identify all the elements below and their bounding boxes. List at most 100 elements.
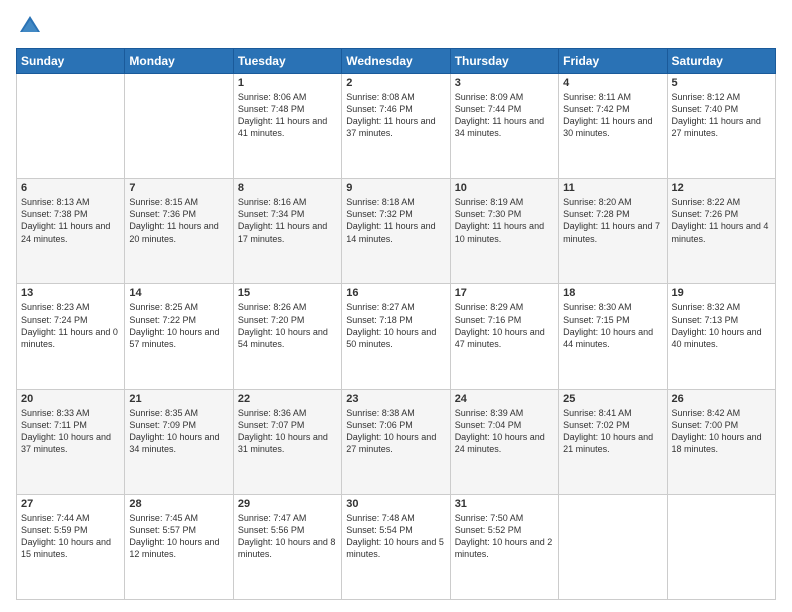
calendar-cell: 23 Sunrise: 8:38 AMSunset: 7:06 PMDayligh…	[342, 389, 450, 494]
calendar-cell: 11Sunrise: 8:20 AMSunset: 7:28 PMDayligh…	[559, 179, 667, 284]
calendar-cell: 3 Sunrise: 8:09 AMSunset: 7:44 PMDaylight…	[450, 74, 558, 179]
calendar-cell: 2 Sunrise: 8:08 AMSunset: 7:46 PMDaylight…	[342, 74, 450, 179]
cell-details: Sunrise: 8:15 AMSunset: 7:36 PMDaylight:…	[129, 196, 228, 245]
day-number: 29	[238, 498, 337, 510]
cell-details: Sunrise: 8:08 AMSunset: 7:46 PMDaylight:…	[346, 91, 445, 140]
calendar: SundayMondayTuesdayWednesdayThursdayFrid…	[16, 48, 776, 600]
week-row-3: 13 Sunrise: 8:23 AMSunset: 7:24 PMDayligh…	[17, 284, 776, 389]
day-number: 2	[346, 77, 445, 89]
calendar-cell: 10Sunrise: 8:19 AMSunset: 7:30 PMDayligh…	[450, 179, 558, 284]
day-number: 1	[238, 77, 337, 89]
cell-details: Sunrise: 8:18 AMSunset: 7:32 PMDaylight:…	[346, 196, 445, 245]
day-number: 3	[455, 77, 554, 89]
day-number: 14	[129, 287, 228, 299]
calendar-cell	[125, 74, 233, 179]
cell-details: Sunrise: 8:12 AMSunset: 7:40 PMDaylight:…	[672, 91, 771, 140]
cell-details: Sunrise: 8:16 AMSunset: 7:34 PMDaylight:…	[238, 196, 337, 245]
cell-details: Sunrise: 8:36 AMSunset: 7:07 PMDaylight:…	[238, 407, 337, 456]
cell-details: Sunrise: 8:29 AMSunset: 7:16 PMDaylight:…	[455, 301, 554, 350]
cell-details: Sunrise: 8:26 AMSunset: 7:20 PMDaylight:…	[238, 301, 337, 350]
cell-details: Sunrise: 8:27 AMSunset: 7:18 PMDaylight:…	[346, 301, 445, 350]
weekday-header-tuesday: Tuesday	[233, 49, 341, 74]
cell-details: Sunrise: 8:32 AMSunset: 7:13 PMDaylight:…	[672, 301, 771, 350]
calendar-cell: 9Sunrise: 8:18 AMSunset: 7:32 PMDaylight…	[342, 179, 450, 284]
weekday-header-thursday: Thursday	[450, 49, 558, 74]
week-row-5: 27Sunrise: 7:44 AMSunset: 5:59 PMDayligh…	[17, 494, 776, 599]
calendar-cell: 16Sunrise: 8:27 AMSunset: 7:18 PMDayligh…	[342, 284, 450, 389]
day-number: 26	[672, 393, 771, 405]
day-number: 27	[21, 498, 120, 510]
weekday-header-friday: Friday	[559, 49, 667, 74]
calendar-cell	[559, 494, 667, 599]
calendar-cell	[17, 74, 125, 179]
weekday-header-saturday: Saturday	[667, 49, 775, 74]
day-number: 12	[672, 182, 771, 194]
cell-details: Sunrise: 8:11 AMSunset: 7:42 PMDaylight:…	[563, 91, 662, 140]
weekday-header-sunday: Sunday	[17, 49, 125, 74]
day-number: 25	[563, 393, 662, 405]
week-row-1: 1Sunrise: 8:06 AMSunset: 7:48 PMDaylight…	[17, 74, 776, 179]
logo-icon	[16, 12, 44, 40]
calendar-cell: 12 Sunrise: 8:22 AMSunset: 7:26 PMDayligh…	[667, 179, 775, 284]
cell-details: Sunrise: 8:22 AMSunset: 7:26 PMDaylight:…	[672, 196, 771, 245]
day-number: 7	[129, 182, 228, 194]
day-number: 11	[563, 182, 662, 194]
day-number: 30	[346, 498, 445, 510]
page: SundayMondayTuesdayWednesdayThursdayFrid…	[0, 0, 792, 612]
calendar-cell: 7 Sunrise: 8:15 AMSunset: 7:36 PMDaylight…	[125, 179, 233, 284]
calendar-cell: 31 Sunrise: 7:50 AMSunset: 5:52 PMDayligh…	[450, 494, 558, 599]
day-number: 23	[346, 393, 445, 405]
calendar-cell: 1Sunrise: 8:06 AMSunset: 7:48 PMDaylight…	[233, 74, 341, 179]
calendar-cell: 4 Sunrise: 8:11 AMSunset: 7:42 PMDaylight…	[559, 74, 667, 179]
calendar-cell: 14 Sunrise: 8:25 AMSunset: 7:22 PMDayligh…	[125, 284, 233, 389]
day-number: 19	[672, 287, 771, 299]
cell-details: Sunrise: 8:33 AMSunset: 7:11 PMDaylight:…	[21, 407, 120, 456]
calendar-cell: 8 Sunrise: 8:16 AMSunset: 7:34 PMDaylight…	[233, 179, 341, 284]
day-number: 5	[672, 77, 771, 89]
day-number: 13	[21, 287, 120, 299]
calendar-cell: 19 Sunrise: 8:32 AMSunset: 7:13 PMDayligh…	[667, 284, 775, 389]
day-number: 22	[238, 393, 337, 405]
cell-details: Sunrise: 8:38 AMSunset: 7:06 PMDaylight:…	[346, 407, 445, 456]
cell-details: Sunrise: 8:09 AMSunset: 7:44 PMDaylight:…	[455, 91, 554, 140]
calendar-cell: 24Sunrise: 8:39 AMSunset: 7:04 PMDayligh…	[450, 389, 558, 494]
weekday-header-row: SundayMondayTuesdayWednesdayThursdayFrid…	[17, 49, 776, 74]
day-number: 21	[129, 393, 228, 405]
logo	[16, 12, 48, 40]
day-number: 28	[129, 498, 228, 510]
cell-details: Sunrise: 8:25 AMSunset: 7:22 PMDaylight:…	[129, 301, 228, 350]
calendar-cell: 26 Sunrise: 8:42 AMSunset: 7:00 PMDayligh…	[667, 389, 775, 494]
day-number: 17	[455, 287, 554, 299]
week-row-4: 20 Sunrise: 8:33 AMSunset: 7:11 PMDayligh…	[17, 389, 776, 494]
cell-details: Sunrise: 8:23 AMSunset: 7:24 PMDaylight:…	[21, 301, 120, 350]
day-number: 18	[563, 287, 662, 299]
day-number: 15	[238, 287, 337, 299]
week-row-2: 6Sunrise: 8:13 AMSunset: 7:38 PMDaylight…	[17, 179, 776, 284]
calendar-cell: 13 Sunrise: 8:23 AMSunset: 7:24 PMDayligh…	[17, 284, 125, 389]
day-number: 8	[238, 182, 337, 194]
weekday-header-monday: Monday	[125, 49, 233, 74]
day-number: 24	[455, 393, 554, 405]
cell-details: Sunrise: 7:50 AMSunset: 5:52 PMDaylight:…	[455, 512, 554, 561]
calendar-cell: 29Sunrise: 7:47 AMSunset: 5:56 PMDayligh…	[233, 494, 341, 599]
day-number: 31	[455, 498, 554, 510]
cell-details: Sunrise: 8:35 AMSunset: 7:09 PMDaylight:…	[129, 407, 228, 456]
cell-details: Sunrise: 8:41 AMSunset: 7:02 PMDaylight:…	[563, 407, 662, 456]
day-number: 20	[21, 393, 120, 405]
cell-details: Sunrise: 7:45 AMSunset: 5:57 PMDaylight:…	[129, 512, 228, 561]
calendar-cell: 20 Sunrise: 8:33 AMSunset: 7:11 PMDayligh…	[17, 389, 125, 494]
calendar-cell: 5 Sunrise: 8:12 AMSunset: 7:40 PMDaylight…	[667, 74, 775, 179]
day-number: 6	[21, 182, 120, 194]
calendar-cell: 18 Sunrise: 8:30 AMSunset: 7:15 PMDayligh…	[559, 284, 667, 389]
cell-details: Sunrise: 8:30 AMSunset: 7:15 PMDaylight:…	[563, 301, 662, 350]
calendar-cell: 15 Sunrise: 8:26 AMSunset: 7:20 PMDayligh…	[233, 284, 341, 389]
calendar-cell: 17 Sunrise: 8:29 AMSunset: 7:16 PMDayligh…	[450, 284, 558, 389]
cell-details: Sunrise: 7:48 AMSunset: 5:54 PMDaylight:…	[346, 512, 445, 561]
cell-details: Sunrise: 8:42 AMSunset: 7:00 PMDaylight:…	[672, 407, 771, 456]
day-number: 4	[563, 77, 662, 89]
calendar-cell: 6Sunrise: 8:13 AMSunset: 7:38 PMDaylight…	[17, 179, 125, 284]
calendar-cell	[667, 494, 775, 599]
calendar-cell: 22 Sunrise: 8:36 AMSunset: 7:07 PMDayligh…	[233, 389, 341, 494]
calendar-cell: 30 Sunrise: 7:48 AMSunset: 5:54 PMDayligh…	[342, 494, 450, 599]
calendar-cell: 28 Sunrise: 7:45 AMSunset: 5:57 PMDayligh…	[125, 494, 233, 599]
